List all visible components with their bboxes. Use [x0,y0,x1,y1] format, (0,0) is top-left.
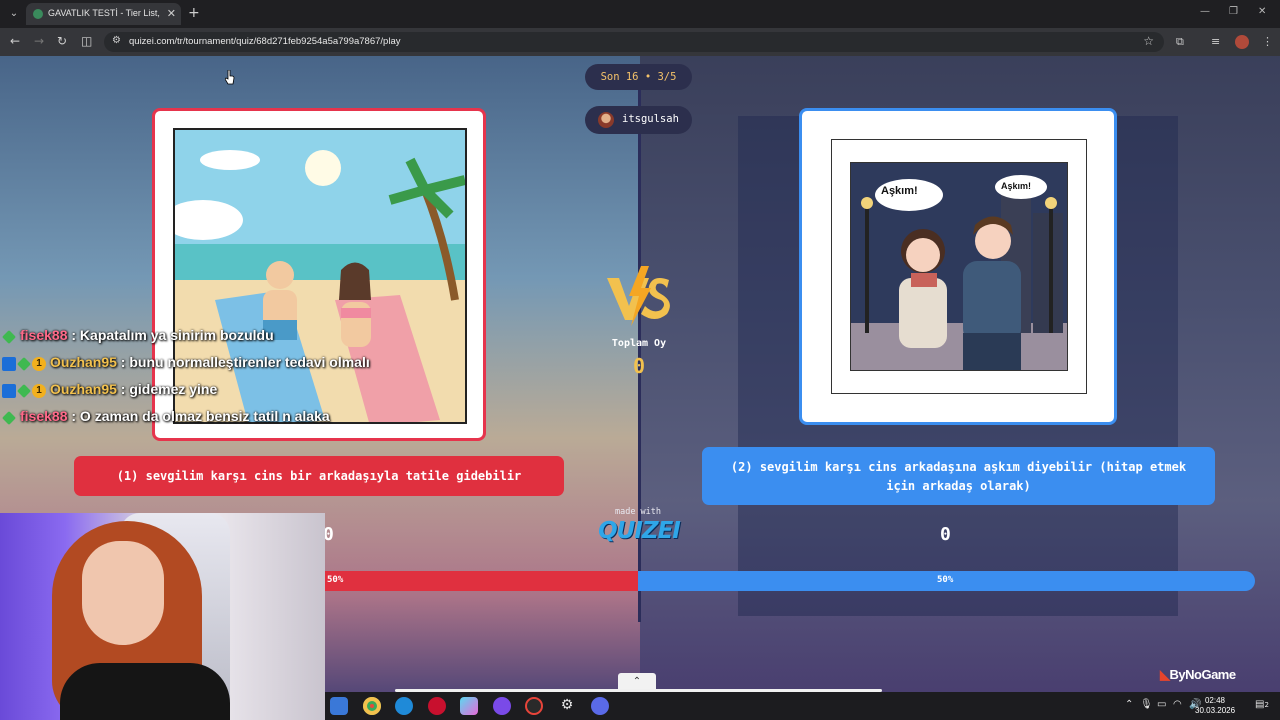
reload-icon[interactable]: ↻ [57,34,67,48]
webcam-overlay [0,513,325,720]
chat-username: fisek88 [20,327,68,343]
quizei-logo[interactable]: QUIZEI [595,518,683,544]
wifi-icon[interactable]: ◠ [1173,699,1182,710]
profile-avatar[interactable] [1235,35,1249,49]
chat-line: fisek88 : Kapatalım ya sinirim bozuldu [0,327,480,354]
speech-bubble-right: Aşkım! [1001,181,1032,191]
option-caption-right[interactable]: (2) sevgilim karşı cins arkadaşına aşkım… [702,447,1215,505]
art-frame: Aşkım! Aşkım! [831,139,1087,394]
taskbar-clock[interactable]: 02:48 30.03.2026 [1195,696,1235,716]
notifications-count: 2 [1264,701,1269,709]
vote-percent-right: 50% [937,575,954,585]
chat-message: : gidemez yine [116,381,218,397]
microphone-icon[interactable]: 🎙 [1140,699,1153,710]
discord-icon[interactable] [591,697,609,715]
round-indicator: Son 16 • 3/5 [585,64,692,90]
clock-date: 30.03.2026 [1195,706,1236,715]
total-votes-value: 0 [632,354,646,378]
tab-favicon-icon [33,9,43,19]
maximize-icon[interactable]: ❐ [1229,6,1238,17]
user-avatar [598,112,614,128]
bookmark-star-icon[interactable]: ☆ [1143,34,1154,48]
sub-badge-icon: 1 [32,384,46,399]
opera-icon[interactable] [428,697,446,715]
vote-bar-right: 50% [638,571,1255,591]
tab-close-icon[interactable]: ✕ [167,7,176,20]
forward-icon[interactable]: → [34,34,44,48]
chat-message: : bunu normalleştirenler tedavi olmalı [116,354,370,370]
network-icon[interactable]: ▭ [1157,699,1166,710]
tab-bar: ⌄ GAVATLIK TESTİ - Tier List, Kör S ✕ + … [0,0,1280,28]
new-tab-icon[interactable]: + [188,5,200,21]
chat-line: 1 Ouzhan95 : bunu normalleştirenler tedav… [0,354,480,381]
chat-username: Ouzhan95 [50,354,117,370]
total-votes-label: Toplam Oy [611,338,667,349]
chat-username: fisek88 [20,408,68,424]
user-name: itsgulsah [622,113,679,125]
settings-gear-icon[interactable]: ⚙ [558,697,576,715]
menu-icon[interactable]: ⋮ [1262,35,1273,48]
browser-toolbar: ← → ↻ ◫ ⚙ quizei.com/tr/tournament/quiz/… [0,28,1280,56]
tab-title: GAVATLIK TESTİ - Tier List, Kör S [48,8,163,18]
moderator-badge-icon [2,384,16,399]
clock-time: 02:48 [1204,696,1226,705]
app-icon[interactable] [525,697,543,715]
notifications-icon[interactable]: ▤2 [1255,699,1269,710]
speech-bubble-left: Aşkım! [881,185,918,197]
tray-chevron-icon[interactable]: ⌃ [1125,699,1133,710]
moderator-badge-icon [2,357,16,372]
chat-line: 1 Ouzhan95 : gidemez yine [0,381,480,408]
media-controls-icon[interactable]: ≡ [1211,35,1220,48]
streamer-face [82,541,164,645]
vote-percent-left: 50% [327,575,344,585]
file-explorer-icon[interactable] [330,697,348,715]
address-bar[interactable]: ⚙ quizei.com/tr/tournament/quiz/68d271fe… [104,32,1164,52]
vote-count-right: 0 [940,524,951,545]
option-caption-left[interactable]: (1) sevgilim karşı cins bir arkadaşıyla … [74,456,564,496]
option-card-right[interactable]: Aşkım! Aşkım! [799,108,1117,425]
site-info-icon[interactable]: ⚙ [112,35,121,46]
vote-bar-left: 50% [325,571,638,591]
back-icon[interactable]: ← [10,34,20,48]
split-view-icon[interactable]: ◫ [81,34,92,48]
versus-icon [607,266,670,326]
chat-message: : Kapatalım ya sinirim bozuldu [67,327,274,343]
bynogame-watermark: ◣ByNoGame [1160,667,1236,683]
os-taskbar: ⚙ ⌃ 🎙 ▭ ◠ 🔊 ▤2 [325,692,1280,720]
url-text[interactable]: quizei.com/tr/tournament/quiz/68d271feb9… [129,36,400,47]
bynogame-name: NoGame [1185,667,1236,682]
minimize-icon[interactable]: — [1200,6,1210,17]
extensions-icon[interactable]: ⧉ [1176,35,1184,49]
chrome-icon[interactable] [363,697,381,715]
made-with-label: made with [614,507,662,517]
chat-message: : O zaman da olmaz bensiz tatil n alaka [67,408,330,424]
bynogame-mark-icon: ◣ [1160,667,1170,682]
copilot-icon[interactable] [460,697,478,715]
gem-badge-icon [17,357,31,372]
edge-icon[interactable] [395,697,413,715]
bynogame-prefix: By [1169,667,1186,682]
stream-chat-overlay: fisek88 : Kapatalım ya sinirim bozuldu 1… [0,327,480,435]
chat-username: Ouzhan95 [50,381,117,397]
close-window-icon[interactable]: ✕ [1258,6,1266,17]
streamer-shirt [60,663,230,720]
couple-illustration: Aşkım! Aşkım! [850,162,1068,371]
browser-tab[interactable]: GAVATLIK TESTİ - Tier List, Kör S ✕ [26,3,181,25]
sub-badge-icon: 1 [32,357,46,372]
obs-icon[interactable] [493,697,511,715]
chat-line: fisek88 : O zaman da olmaz bensiz tatil … [0,408,480,435]
tab-search-icon[interactable]: ⌄ [6,6,22,22]
gem-badge-icon [2,411,16,426]
gem-badge-icon [2,330,16,345]
gem-badge-icon [17,384,31,399]
user-pill: itsgulsah [585,106,692,134]
mouse-cursor-icon [225,70,235,85]
